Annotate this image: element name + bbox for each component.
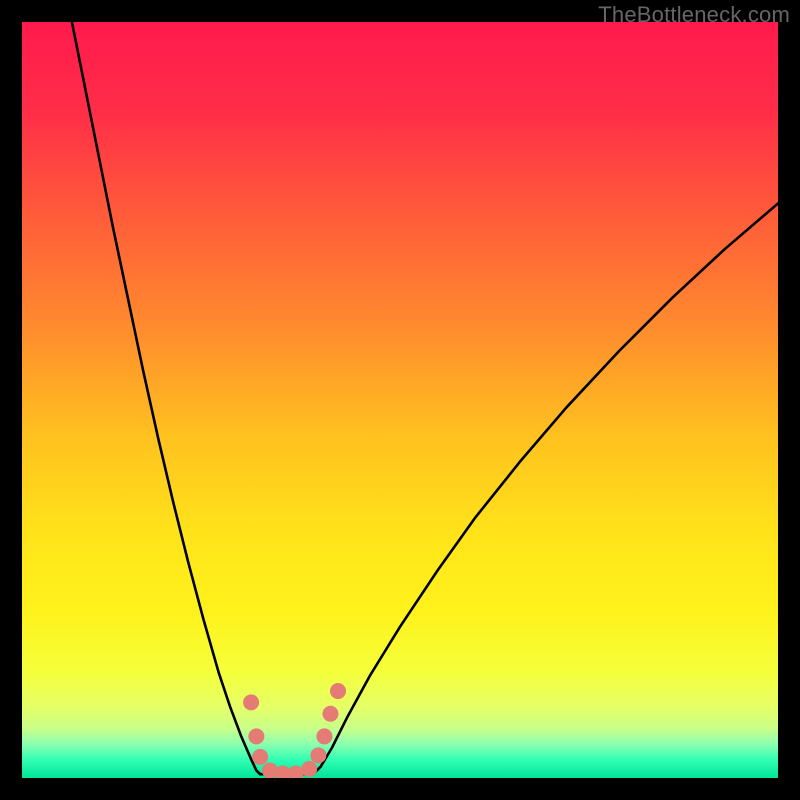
data-point-9 <box>322 706 338 722</box>
chart-background <box>22 22 778 778</box>
data-point-8 <box>316 728 332 744</box>
chart-svg <box>22 22 778 778</box>
data-point-10 <box>330 683 346 699</box>
data-point-7 <box>310 747 326 763</box>
data-point-1 <box>248 728 264 744</box>
data-point-6 <box>301 761 317 777</box>
chart-frame <box>22 22 778 778</box>
data-point-2 <box>252 749 268 765</box>
data-point-0 <box>243 694 259 710</box>
